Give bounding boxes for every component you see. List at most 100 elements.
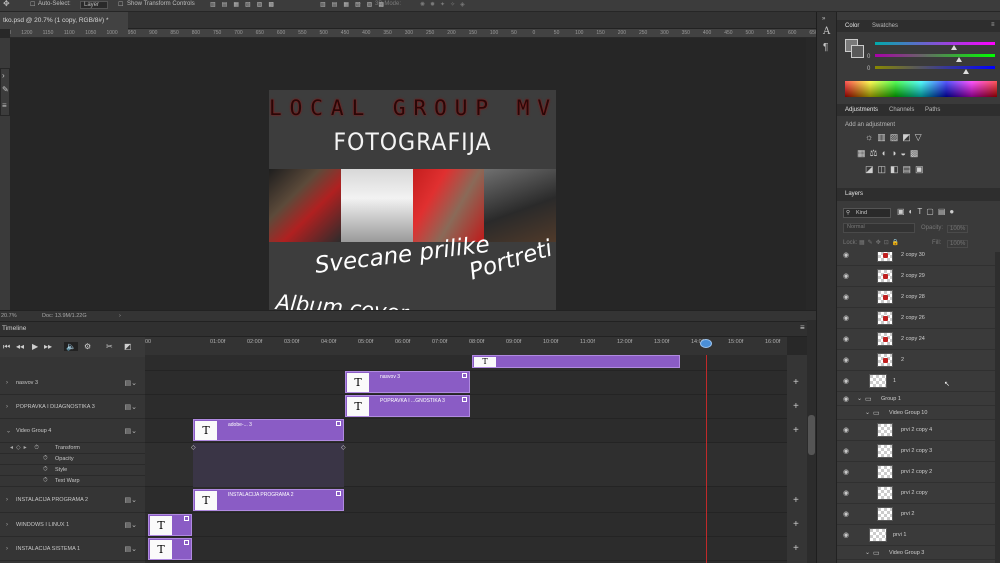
play-icon[interactable]: ▶	[32, 342, 38, 351]
film-icon[interactable]: ▤⌄	[125, 379, 137, 387]
visibility-eye-icon[interactable]: ◉	[843, 252, 849, 259]
slider-knob[interactable]	[963, 69, 969, 74]
panel-menu-icon[interactable]: ≡	[991, 22, 995, 28]
film-icon[interactable]: ▤⌄	[125, 403, 137, 411]
add-media-icon[interactable]: +	[793, 401, 799, 412]
track-row-windows-linux[interactable]: › WINDOWS I LINUX 1 ▤⌄	[0, 513, 145, 537]
timeline-ruler[interactable]: 00 01:00f 02:00f 03:00f 04:00f 05:00f 06:00f 07…	[145, 337, 787, 355]
layer-row[interactable]: ◉ prvi 2	[837, 504, 1000, 525]
clip-corner-icon[interactable]	[462, 373, 467, 378]
tab-channels[interactable]: Channels	[889, 107, 914, 113]
clip-corner-icon[interactable]	[336, 421, 341, 426]
opacity-value[interactable]: 100%	[947, 225, 969, 233]
auto-select-checkbox[interactable]: ☐	[30, 1, 35, 8]
green-slider[interactable]	[875, 54, 995, 57]
visibility-eye-icon[interactable]: ◉	[843, 356, 849, 364]
clip-corner-icon[interactable]	[462, 397, 467, 402]
group-row[interactable]: ◉ ⌄ ▭ Group 1	[837, 392, 1000, 406]
timeline-clip-nasvov[interactable]: Tnasvov 3	[345, 371, 470, 393]
layer-row[interactable]: ◉ 2 copy 29	[837, 266, 1000, 287]
scroll-thumb[interactable]	[808, 415, 815, 455]
fill-value[interactable]: 100%	[947, 240, 969, 248]
arrow-icon[interactable]: ›	[2, 71, 5, 80]
track-row-instalacija-sistema[interactable]: › INSTALACIJA SISTEMA 1 ▤⌄	[0, 537, 145, 561]
expand-icon[interactable]: ›	[6, 522, 8, 528]
layer-row[interactable]: ◉ prvi 2 copy 2	[837, 462, 1000, 483]
layer-row[interactable]: ◉ 2 copy 28	[837, 287, 1000, 308]
visibility-eye-icon[interactable]: ◉	[843, 468, 849, 476]
zoom-level[interactable]: 20.7%	[1, 313, 17, 319]
settings-icon[interactable]: ⚙	[84, 342, 91, 351]
group-collapse-icon[interactable]: ⌄	[857, 395, 862, 402]
expand-icon[interactable]: ›	[6, 546, 8, 552]
visibility-eye-icon[interactable]: ◉	[843, 447, 849, 455]
color-spectrum[interactable]	[845, 81, 997, 97]
layer-row[interactable]: ◉ prvi 2 copy	[837, 483, 1000, 504]
red-slider[interactable]	[875, 42, 995, 45]
first-frame-icon[interactable]: ⏮	[3, 342, 10, 352]
track-row-popravka[interactable]: › POPRAVKA I DIJAGNOSTIKA 3 ▤⌄	[0, 395, 145, 419]
timeline-tracks[interactable]: ◇ ◇ T Tnasvov 3 T POPRAVKA I ...GNOSTIKA …	[145, 355, 787, 563]
timeline-clip-instalacija-sistema[interactable]: T	[148, 538, 192, 560]
more-icon[interactable]: ···	[355, 1, 361, 7]
timeline-clip-instalacija-programa[interactable]: T INSTALACIJA PROGRAMA 2	[193, 489, 344, 511]
layer-row[interactable]: ◉ 2 copy 26	[837, 308, 1000, 329]
visibility-eye-icon[interactable]: ◉	[843, 377, 849, 385]
add-media-icon[interactable]: +	[793, 495, 799, 506]
property-row-transform[interactable]: ◂◇▸ ⏱ Transform	[0, 443, 145, 454]
adjustment-icons-row-3[interactable]: ◪◫◧▤▣	[865, 164, 928, 175]
character-icon[interactable]: A	[823, 26, 830, 37]
layer-row[interactable]: ◉ prvi 1	[837, 525, 1000, 546]
split-scissors-icon[interactable]: ✂	[106, 342, 113, 351]
track-lane[interactable]	[145, 513, 787, 537]
slider-knob[interactable]	[951, 45, 957, 50]
audio-icon[interactable]: 🔈	[64, 342, 78, 351]
expand-icon[interactable]: ›	[6, 497, 8, 503]
tab-swatches[interactable]: Swatches	[872, 23, 898, 29]
playhead-handle[interactable]	[700, 339, 712, 348]
blend-mode-dropdown[interactable]: Normal	[843, 223, 915, 233]
timeline-clip-windows-linux[interactable]: T	[148, 514, 192, 536]
filter-kind-dropdown[interactable]: ⚲ Kind	[843, 208, 891, 218]
adjustment-icons-row-2[interactable]: ▦⚖◐◑◒▩	[857, 148, 922, 159]
property-row-style[interactable]: ⏱ Style	[0, 465, 145, 476]
next-frame-icon[interactable]: ▸▸	[44, 342, 52, 351]
artwork[interactable]: LOCAL GROUP MV FOTOGRAFIJA Svecane prili…	[269, 90, 556, 333]
add-media-icon[interactable]: +	[793, 519, 799, 530]
blue-slider[interactable]	[875, 66, 995, 69]
stopwatch-icon[interactable]: ⏱	[43, 456, 48, 463]
transition-icon[interactable]: ◩	[124, 342, 132, 351]
visibility-eye-icon[interactable]: ◉	[843, 272, 849, 280]
sliders-icon[interactable]: ≡	[2, 101, 7, 110]
track-row-video-group-4[interactable]: ⌄ Video Group 4 ▤⌄	[0, 419, 145, 443]
add-media-icon[interactable]: +	[793, 377, 799, 388]
layer-row[interactable]: ◉ 2 copy 24	[837, 329, 1000, 350]
3d-mode-icons[interactable]: ✺✹✦✧◈	[420, 1, 470, 8]
visibility-eye-icon[interactable]: ◉	[843, 314, 849, 322]
visibility-eye-icon[interactable]: ◉	[843, 531, 849, 539]
layer-row[interactable]: ◉ 2 copy 30	[837, 252, 1000, 266]
collapse-arrows-icon[interactable]: »	[822, 16, 825, 22]
status-arrow-icon[interactable]: ›	[119, 313, 121, 319]
keyframe-icon[interactable]: ◇	[341, 444, 346, 451]
timeline-clip-popravka[interactable]: T POPRAVKA I ...GNOSTIKA 3	[345, 395, 470, 417]
align-icons[interactable]: ▥▤▦▧▨▩	[210, 1, 280, 8]
timeline-clip-top[interactable]: T	[472, 355, 680, 368]
layer-filter-icons[interactable]: ▣◐T▢▤●	[897, 207, 958, 216]
brush-icon[interactable]: ✎	[2, 85, 9, 94]
tab-paths[interactable]: Paths	[925, 107, 940, 113]
clip-corner-icon[interactable]	[336, 491, 341, 496]
add-media-icon[interactable]: +	[793, 425, 799, 436]
stopwatch-icon[interactable]: ⏱	[43, 467, 48, 474]
layer-row[interactable]: ◉ prvi 2 copy 4	[837, 420, 1000, 441]
document-tab[interactable]: tko.psd @ 20.7% (1 copy, RGB/8#) *	[0, 12, 128, 29]
layer-row[interactable]: ◉ 2	[837, 350, 1000, 371]
tab-layers[interactable]: Layers	[845, 191, 863, 197]
canvas-area[interactable]: LOCAL GROUP MV FOTOGRAFIJA Svecane prili…	[10, 38, 806, 333]
track-row-nasvov[interactable]: › nasvov 3 ▤⌄	[0, 371, 145, 395]
background-color-swatch[interactable]	[851, 45, 864, 58]
slider-knob[interactable]	[956, 57, 962, 62]
visibility-eye-icon[interactable]: ◉	[843, 489, 849, 497]
film-icon[interactable]: ▤⌄	[125, 427, 137, 435]
group-collapse-icon[interactable]: ⌄	[865, 549, 870, 556]
